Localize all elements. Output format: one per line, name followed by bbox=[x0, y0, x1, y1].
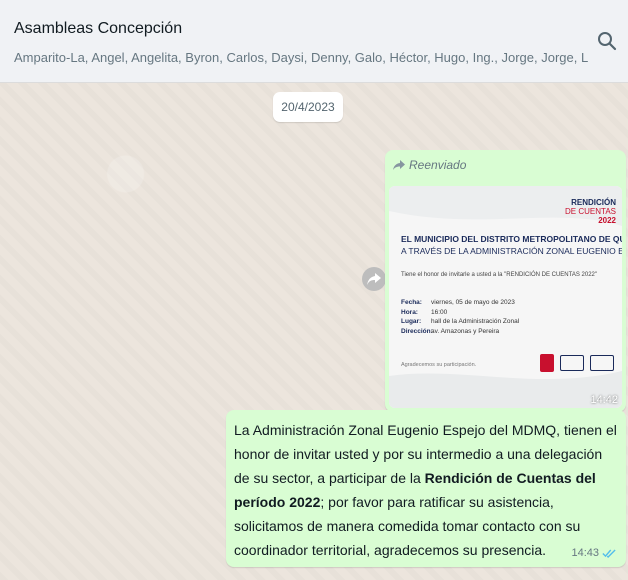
share-icon[interactable] bbox=[362, 267, 386, 291]
card-brand-line2: DE CUENTAS bbox=[565, 207, 616, 216]
card-brand: RENDICIÓN DE CUENTAS 2022 bbox=[565, 198, 616, 225]
card-brand-year: 2022 bbox=[598, 216, 616, 225]
rendicion-logo bbox=[560, 355, 584, 371]
card-title-line1: EL MUNICIPIO DEL DISTRITO METROPOLITANO … bbox=[401, 234, 622, 244]
group-name[interactable]: Asambleas Concepción bbox=[14, 20, 182, 38]
lugar-value: hall de la Administración Zonal bbox=[431, 318, 520, 325]
direccion-value: av. Amazonas y Pereira bbox=[431, 327, 500, 335]
hora-label: Hora: bbox=[401, 308, 418, 316]
quito-crest-logo bbox=[540, 354, 554, 372]
search-icon[interactable] bbox=[596, 30, 618, 52]
card-row-lugar: Lugar: hall de la Administración Zonal bbox=[401, 317, 519, 327]
card-row-hora: Hora: 16:00 bbox=[401, 308, 519, 318]
double-check-icon bbox=[602, 549, 616, 558]
fecha-value: viernes, 05 de mayo de 2023 bbox=[431, 299, 515, 306]
group-members[interactable]: Amparito-La, Angel, Angelita, Byron, Car… bbox=[14, 50, 589, 65]
fecha-label: Fecha: bbox=[401, 299, 422, 306]
card-title-line2: A TRAVÉS DE LA ADMINISTRACIÓN ZONAL EUGE… bbox=[401, 246, 622, 256]
text-message-time: 14:43 bbox=[571, 547, 599, 559]
forward-icon bbox=[393, 160, 405, 170]
card-footer: Agradecemos su participación. bbox=[401, 362, 477, 368]
card-logos bbox=[540, 354, 614, 372]
card-invite-line: Tiene el honor de invitarle a usted a la… bbox=[401, 272, 598, 278]
text-message-bubble[interactable]: La Administración Zonal Eugenio Espejo d… bbox=[226, 410, 626, 567]
card-row-direccion: Dirección:av. Amazonas y Pereira bbox=[401, 327, 519, 337]
chat-header[interactable]: Asambleas Concepción Amparito-La, Angel,… bbox=[0, 0, 628, 83]
image-message-bubble[interactable]: Reenviado RENDICIÓN DE CUENTAS 2022 EL M… bbox=[385, 150, 626, 412]
date-divider: 20/4/2023 bbox=[273, 92, 343, 122]
hora-value: 16:00 bbox=[431, 308, 448, 316]
image-message-time: 14:42 bbox=[590, 394, 618, 406]
invitation-image[interactable]: RENDICIÓN DE CUENTAS 2022 EL MUNICIPIO D… bbox=[389, 186, 622, 408]
quito-logo bbox=[590, 355, 614, 371]
message-text: La Administración Zonal Eugenio Espejo d… bbox=[234, 418, 618, 562]
direccion-label: Dirección: bbox=[401, 327, 433, 335]
lugar-label: Lugar: bbox=[401, 318, 422, 325]
message-meta: 14:43 bbox=[571, 547, 616, 559]
forwarded-label: Reenviado bbox=[393, 158, 466, 172]
forwarded-text: Reenviado bbox=[409, 158, 467, 172]
card-brand-line1: RENDICIÓN bbox=[571, 198, 616, 207]
card-details: Fecha: viernes, 05 de mayo de 2023 Hora: 1… bbox=[401, 298, 519, 336]
card-row-fecha: Fecha: viernes, 05 de mayo de 2023 bbox=[401, 298, 519, 308]
